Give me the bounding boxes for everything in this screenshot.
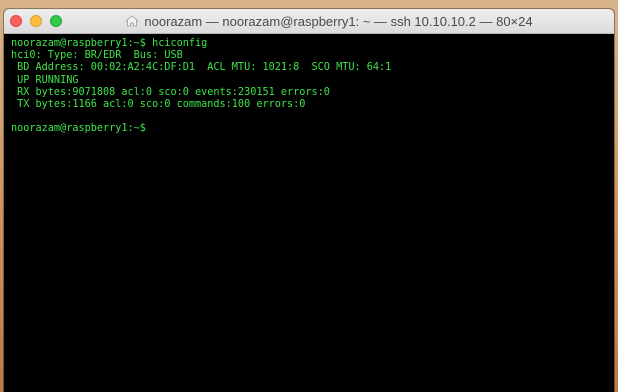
terminal-line: TX bytes:1166 acl:0 sco:0 commands:100 e… <box>11 98 306 110</box>
terminal-prompt: noorazam@raspberry1:~$ <box>11 123 146 135</box>
terminal-line: hci0: Type: BR/EDR Bus: USB <box>11 50 183 62</box>
terminal-window: noorazam — noorazam@raspberry1: ~ — ssh … <box>4 9 614 392</box>
window-title: noorazam — noorazam@raspberry1: ~ — ssh … <box>144 13 533 29</box>
title-bar[interactable]: noorazam — noorazam@raspberry1: ~ — ssh … <box>4 9 614 34</box>
window-title-area: noorazam — noorazam@raspberry1: ~ — ssh … <box>4 9 614 33</box>
terminal-output[interactable]: noorazam@raspberry1:~$ hciconfig hci0: T… <box>4 34 614 392</box>
terminal-line: RX bytes:9071808 acl:0 sco:0 events:2301… <box>11 86 330 98</box>
terminal-line: UP RUNNING <box>11 74 79 86</box>
terminal-line: noorazam@raspberry1:~$ hciconfig <box>11 38 208 49</box>
home-folder-icon <box>125 15 140 27</box>
terminal-line: BD Address: 00:02:A2:4C:DF:D1 ACL MTU: 1… <box>11 62 392 74</box>
